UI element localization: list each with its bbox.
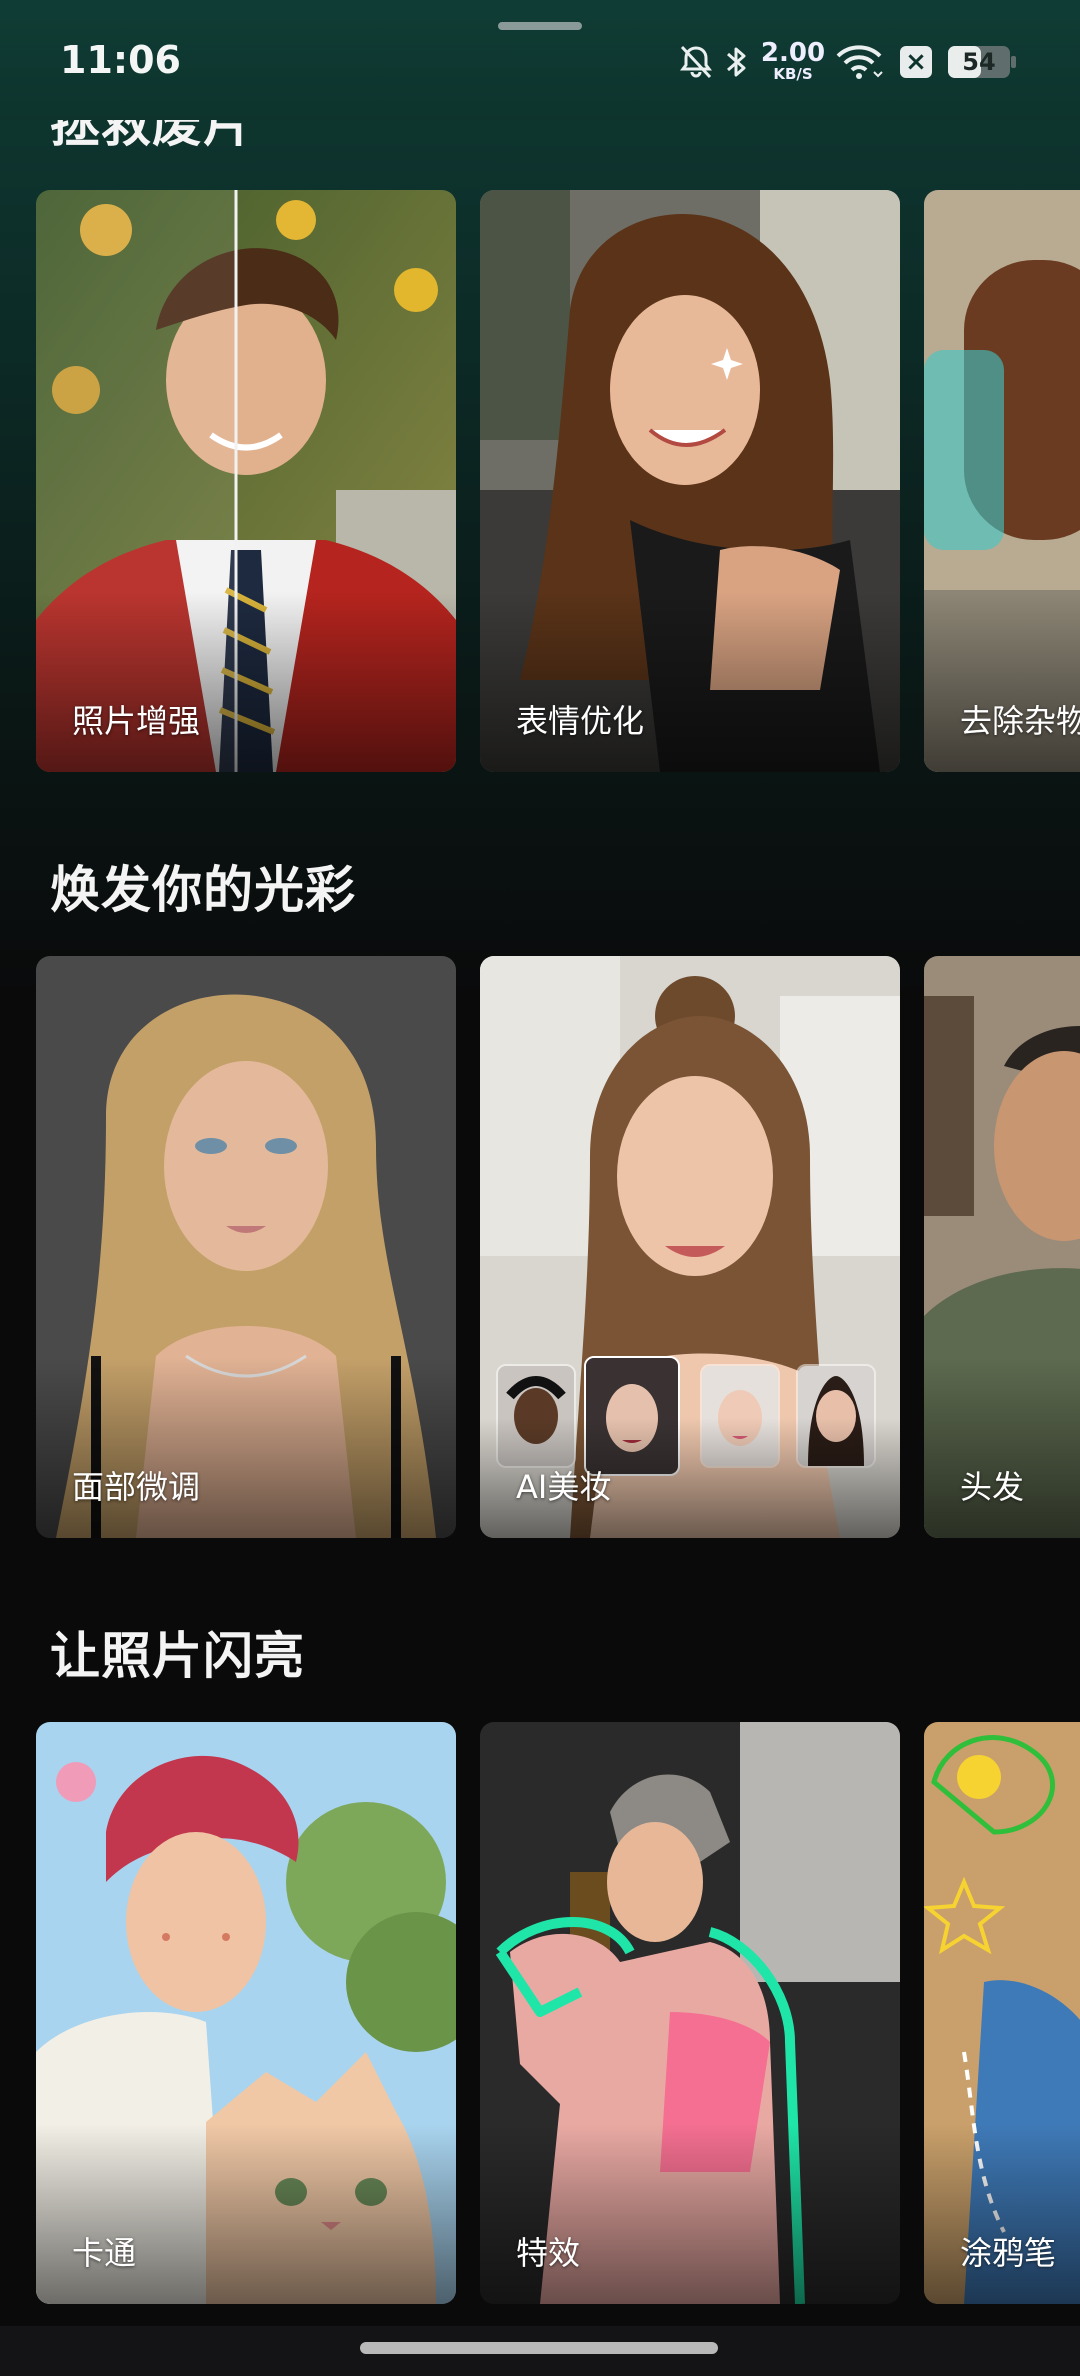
battery-level: 54 xyxy=(962,48,996,76)
sheet-grabber[interactable] xyxy=(498,22,582,30)
card-label: AI美妆 xyxy=(516,1468,612,1506)
battery-icon: 54 xyxy=(948,46,1016,78)
card-label: 表情优化 xyxy=(516,702,645,740)
card-cartoon[interactable]: 卡通 xyxy=(36,1722,456,2304)
card-label: 去除杂物 xyxy=(960,702,1080,740)
card-face-tune[interactable]: 面部微调 xyxy=(36,956,456,1538)
card-row-rescue[interactable]: 照片增强 表情优化 去除杂物 xyxy=(0,190,1080,772)
bluetooth-icon xyxy=(727,47,746,77)
section-title-shine: 让照片闪亮 xyxy=(50,1627,305,1685)
bell-muted-icon xyxy=(680,45,712,79)
card-label: 特效 xyxy=(516,2234,581,2272)
card-effects[interactable]: 特效 xyxy=(480,1722,900,2304)
card-doodle[interactable]: 涂鸦笔 xyxy=(924,1722,1080,2304)
card-row-glow[interactable]: 面部微调 AI美妆 头发 xyxy=(0,956,1080,1538)
wifi-icon xyxy=(836,45,883,79)
section-title-glow: 焕发你的光彩 xyxy=(50,861,356,919)
card-row-shine[interactable]: 卡通 特效 涂鸦笔 xyxy=(0,1722,1080,2304)
card-label: 面部微调 xyxy=(72,1468,201,1506)
card-label: 头发 xyxy=(960,1468,1025,1506)
clock: 11:06 xyxy=(60,38,181,82)
card-remove-objects[interactable]: 去除杂物 xyxy=(924,190,1080,772)
card-label: 涂鸦笔 xyxy=(960,2234,1057,2272)
status-bar: 11:06 2.00 KB/S × 54 xyxy=(0,0,1080,120)
card-photo-enhance[interactable]: 照片增强 xyxy=(36,190,456,772)
close-box-icon: × xyxy=(900,46,932,78)
card-label: 卡通 xyxy=(72,2234,137,2272)
card-expression-tune[interactable]: 表情优化 xyxy=(480,190,900,772)
home-gesture-bar[interactable] xyxy=(360,2342,718,2354)
card-label: 照片增强 xyxy=(72,702,201,740)
card-ai-makeup[interactable]: AI美妆 xyxy=(480,956,900,1538)
network-speed: 2.00 KB/S xyxy=(760,38,826,83)
card-hair[interactable]: 头发 xyxy=(924,956,1080,1538)
